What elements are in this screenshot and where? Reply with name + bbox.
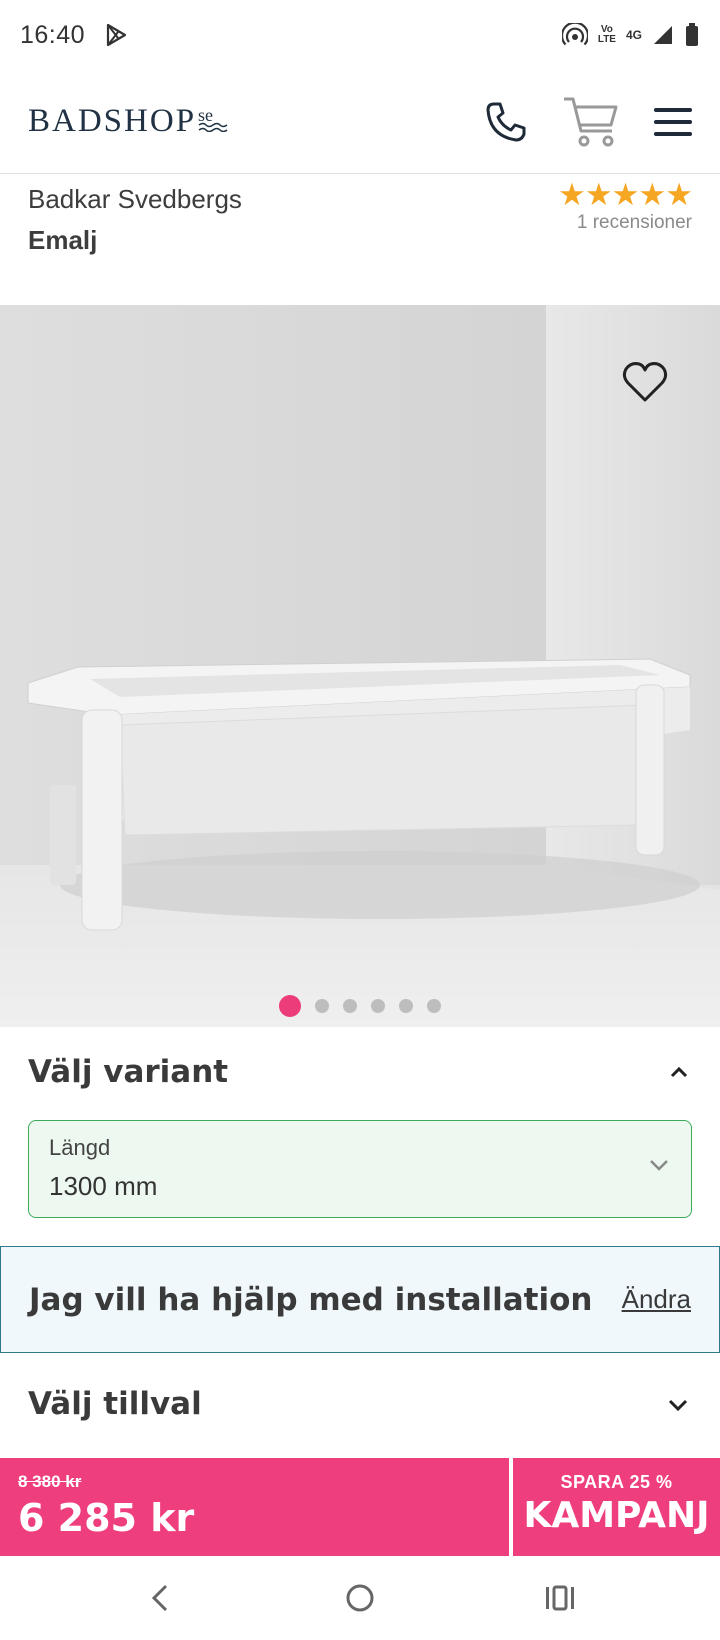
network-type: 4G	[625, 28, 642, 42]
carousel-dot[interactable]	[315, 999, 329, 1013]
chevron-down-icon	[668, 1399, 688, 1412]
battery-icon	[686, 23, 698, 46]
cart-icon	[564, 97, 618, 146]
status-time: 16:40	[20, 20, 86, 49]
site-header: BADSHOP se	[0, 70, 720, 174]
signal-icon	[654, 26, 672, 44]
home-button[interactable]	[330, 1568, 390, 1628]
save-percent: SPARA 25 %	[560, 1472, 673, 1492]
carousel-dot[interactable]	[371, 999, 385, 1013]
system-navigation-bar	[0, 1556, 720, 1640]
campaign-badge: SPARA 25 % KAMPANJ	[513, 1458, 720, 1556]
length-label: Längd	[49, 1135, 111, 1160]
favorite-heart-icon[interactable]	[622, 360, 668, 404]
product-image-carousel[interactable]	[0, 305, 720, 1027]
menu-icon	[654, 107, 692, 136]
carousel-dots	[0, 995, 720, 1017]
rating-stars-icon: ★★★★★	[558, 177, 693, 212]
back-icon	[151, 1584, 168, 1612]
campaign-label: KAMPANJ	[523, 1495, 710, 1536]
current-price: 6 285 kr	[18, 1496, 195, 1540]
length-select[interactable]: Längd 1300 mm	[28, 1120, 692, 1218]
back-button[interactable]	[130, 1568, 190, 1628]
recents-icon	[546, 1585, 574, 1611]
product-title-block: Badkar Svedbergs Emalj ★★★★★ 1 recension…	[28, 176, 693, 276]
bathtub-image	[0, 305, 720, 1027]
carousel-dot[interactable]	[279, 995, 301, 1017]
badshop-logo[interactable]: BADSHOP se	[28, 103, 228, 140]
addons-section[interactable]: Välj tillval	[0, 1354, 720, 1458]
product-rating[interactable]: ★★★★★ 1 recensioner	[558, 177, 693, 234]
carousel-dot[interactable]	[343, 999, 357, 1013]
old-price: 8 380 kr	[18, 1472, 82, 1491]
price-bar: 8 380 kr 6 285 kr SPARA 25 % KAMPANJ	[0, 1458, 720, 1556]
recents-button[interactable]	[530, 1568, 590, 1628]
hotspot-icon	[561, 23, 588, 46]
addons-title: Välj tillval	[28, 1386, 202, 1422]
length-value: 1300 mm	[49, 1171, 158, 1201]
home-icon	[346, 1584, 374, 1612]
phone-button[interactable]	[484, 100, 528, 144]
chevron-up-icon[interactable]	[670, 1066, 688, 1078]
variant-section: Välj variant Längd 1300 mm	[0, 1028, 720, 1246]
cart-button[interactable]	[562, 95, 620, 149]
wave-icon	[198, 122, 228, 132]
phone-icon	[486, 102, 526, 141]
play-store-icon	[106, 23, 127, 47]
carousel-dot[interactable]	[399, 999, 413, 1013]
logo-suffix: se	[198, 106, 228, 132]
status-bar: 16:40 Vo LTE 4G	[0, 0, 720, 70]
carousel-dot[interactable]	[427, 999, 441, 1013]
change-link[interactable]: Ändra	[622, 1284, 691, 1315]
variant-title[interactable]: Välj variant	[28, 1054, 228, 1090]
installation-title: Jag vill ha hjälp med installation	[29, 1281, 593, 1318]
review-count: 1 recensioner	[576, 212, 692, 233]
price-box: 8 380 kr 6 285 kr	[0, 1458, 509, 1556]
installation-help-box: Jag vill ha hjälp med installation Ändra	[0, 1246, 720, 1353]
menu-button[interactable]	[654, 106, 692, 138]
chevron-down-icon	[650, 1160, 668, 1171]
volte-indicator: Vo LTE	[597, 24, 616, 45]
